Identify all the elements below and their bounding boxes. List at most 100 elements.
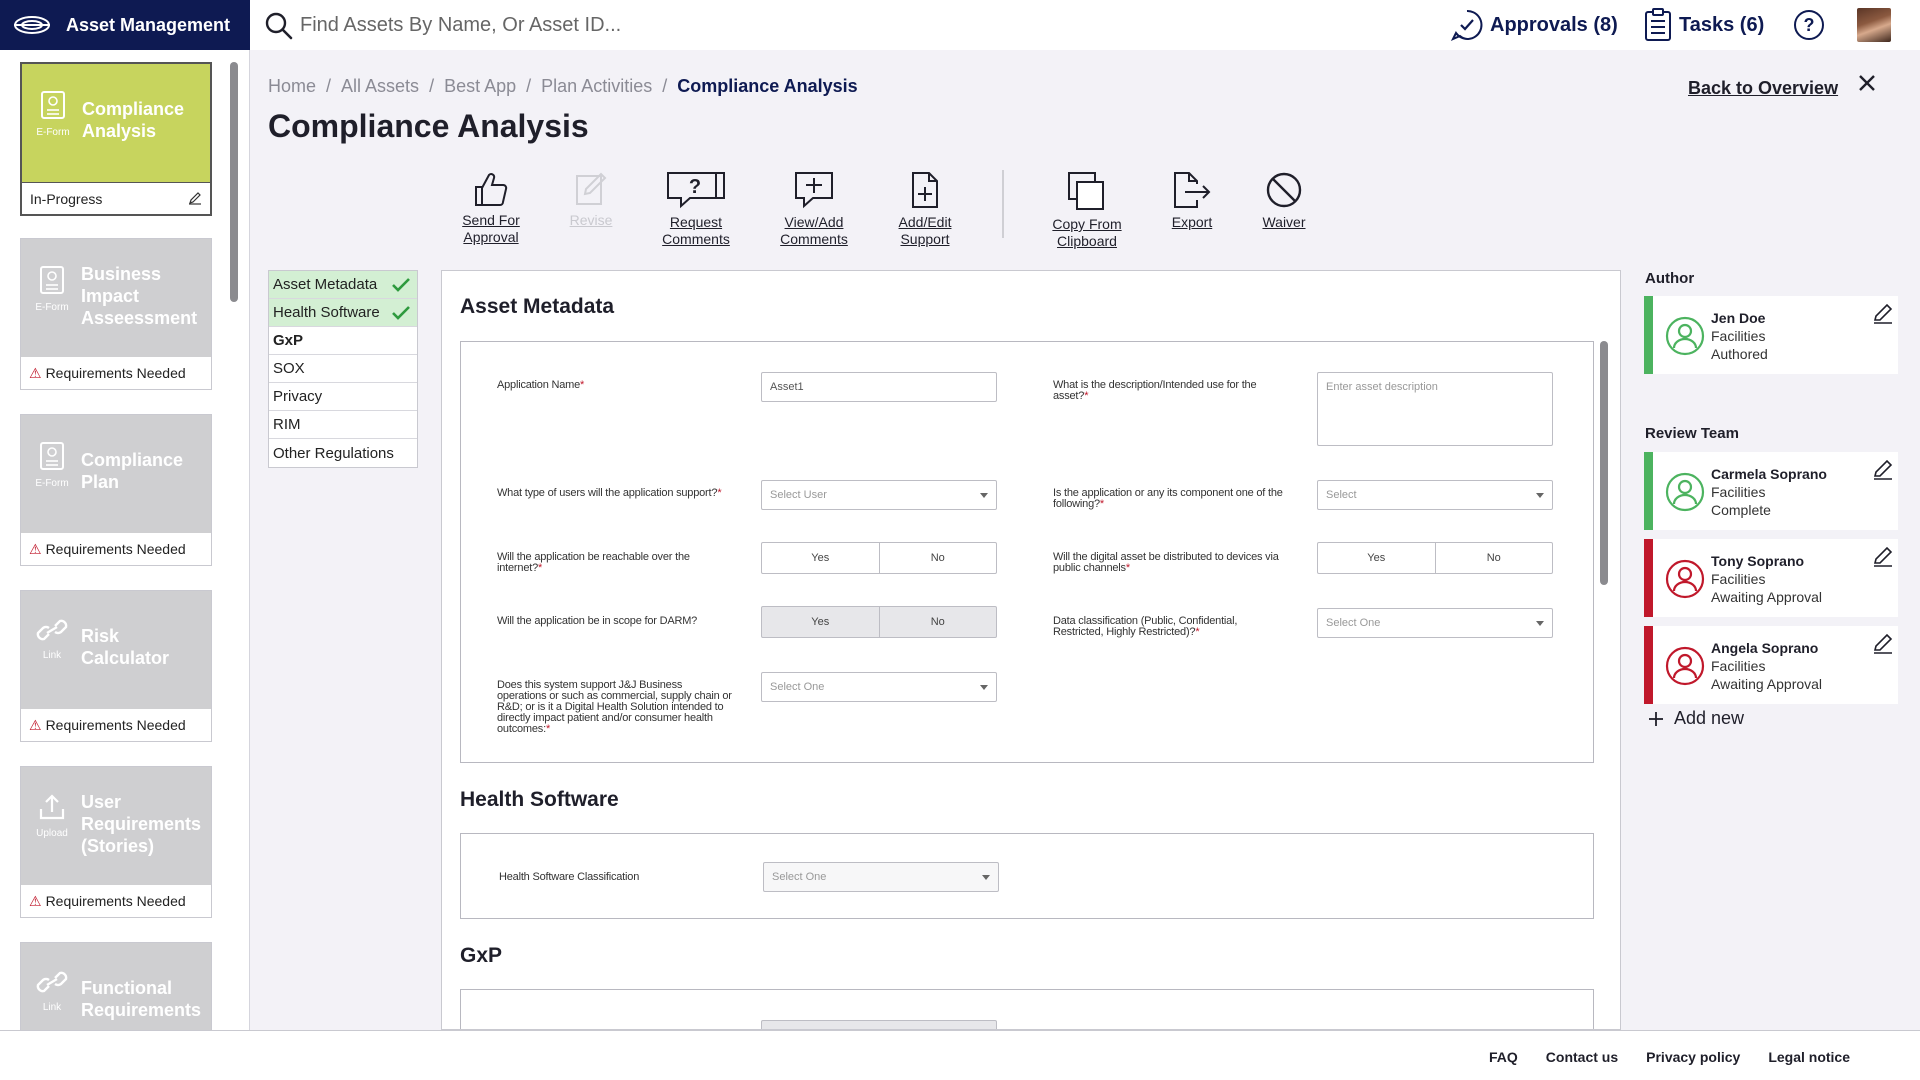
warning-icon: ⚠: [29, 892, 42, 909]
section-nav-rim[interactable]: RIM: [269, 411, 417, 439]
user-icon: [1665, 472, 1705, 512]
edit-icon[interactable]: [1872, 545, 1894, 567]
person-name: Carmela Soprano: [1711, 466, 1827, 482]
component-select[interactable]: Select: [1317, 480, 1553, 510]
activity-card-business-impact[interactable]: E-Form Business Impact Asseessment ⚠ Req…: [20, 238, 212, 390]
form-scrollbar[interactable]: [1600, 341, 1608, 585]
warning-icon: ⚠: [29, 540, 42, 557]
activity-status: Requirements Needed: [45, 893, 186, 909]
chevron-down-icon: [980, 493, 988, 498]
activity-card-user-requirements[interactable]: Upload User Requirements (Stories) ⚠ Req…: [20, 766, 212, 918]
activity-title: Risk Calculator: [81, 626, 170, 668]
description-textarea[interactable]: Enter asset description: [1317, 372, 1553, 446]
warning-icon: ⚠: [29, 716, 42, 733]
activity-status: Requirements Needed: [45, 365, 186, 381]
yes-option[interactable]: Yes: [762, 543, 879, 573]
section-nav: Asset Metadata Health Software GxP SOX P…: [268, 270, 418, 468]
breadcrumb-best-app[interactable]: Best App: [444, 76, 516, 97]
health-software-box: Health Software Classification Select On…: [460, 833, 1594, 919]
breadcrumb: Home / All Assets / Best App / Plan Acti…: [268, 76, 858, 97]
question-component: Is the application or any its component …: [1053, 487, 1283, 510]
approvals-button[interactable]: Approvals (8): [1450, 8, 1618, 42]
tasks-button[interactable]: Tasks (6): [1643, 8, 1764, 42]
author-card: Jen Doe Facilities Authored: [1644, 296, 1898, 374]
section-nav-other-regulations[interactable]: Other Regulations: [269, 439, 417, 467]
no-option[interactable]: No: [878, 543, 997, 573]
edit-icon[interactable]: [1872, 302, 1894, 324]
reviewer-card: Tony Soprano Facilities Awaiting Approva…: [1644, 539, 1898, 617]
request-comments-button[interactable]: ? Request Comments: [648, 170, 744, 248]
user-avatar[interactable]: [1857, 8, 1891, 42]
eform-icon: E-Form: [32, 90, 74, 138]
activity-card-functional-requirements[interactable]: Link Functional Requirements: [20, 942, 212, 1030]
business-ops-select[interactable]: Select One: [761, 672, 997, 702]
section-nav-privacy[interactable]: Privacy: [269, 383, 417, 411]
yes-option[interactable]: Yes: [762, 607, 879, 637]
footer-faq-link[interactable]: FAQ: [1489, 1049, 1518, 1065]
activity-card-risk-calculator[interactable]: Link Risk Calculator ⚠ Requirements Need…: [20, 590, 212, 742]
help-icon[interactable]: ?: [1793, 9, 1825, 41]
eform-icon: E-Form: [31, 441, 73, 489]
approvals-label: Approvals (8): [1490, 13, 1618, 36]
view-add-comments-button[interactable]: View/Add Comments: [766, 170, 862, 248]
breadcrumb-plan-activities[interactable]: Plan Activities: [541, 76, 652, 97]
search-icon[interactable]: [264, 11, 294, 41]
no-option[interactable]: No: [878, 607, 997, 637]
author-label: Author: [1645, 270, 1695, 287]
eform-icon: E-Form: [31, 265, 73, 313]
page-title: Compliance Analysis: [268, 108, 589, 144]
export-button[interactable]: Export: [1144, 170, 1240, 231]
question-darm: Will the application be in scope for DAR…: [497, 615, 698, 627]
activity-title: Compliance Analysis: [82, 99, 185, 141]
activity-card-compliance-plan[interactable]: E-Form Compliance Plan ⚠ Requirements Ne…: [20, 414, 212, 566]
rail-scrollbar[interactable]: [230, 62, 238, 302]
activity-card-compliance-analysis[interactable]: E-Form Compliance Analysis In-Progress: [20, 62, 212, 216]
data-classification-select[interactable]: Select One: [1317, 608, 1553, 638]
plus-icon: [1649, 711, 1663, 726]
copy-from-clipboard-button[interactable]: Copy From Clipboard: [1039, 170, 1135, 250]
person-name: Tony Soprano: [1711, 553, 1805, 569]
edit-icon[interactable]: [1872, 632, 1894, 654]
user-type-select[interactable]: Select User: [761, 480, 997, 510]
health-software-classification-select[interactable]: Select One: [763, 862, 999, 892]
add-new-reviewer-button[interactable]: Add new: [1648, 708, 1744, 729]
person-dept: Facilities: [1711, 484, 1766, 500]
revise-button[interactable]: Revise: [543, 170, 639, 229]
add-edit-support-button[interactable]: Add/Edit Support: [877, 170, 973, 248]
add-file-icon: [912, 172, 938, 208]
section-nav-sox[interactable]: SOX: [269, 355, 417, 383]
search-input[interactable]: [300, 8, 860, 42]
no-option[interactable]: No: [1434, 543, 1553, 573]
footer-privacy-link[interactable]: Privacy policy: [1646, 1049, 1740, 1065]
gxp-yes-no-toggle[interactable]: [761, 1020, 997, 1029]
footer-legal-link[interactable]: Legal notice: [1768, 1049, 1850, 1065]
top-header: Asset Management Approvals (8) Tasks (6)…: [0, 0, 1920, 50]
activity-title: Functional Requirements: [81, 978, 202, 1020]
send-for-approval-button[interactable]: Send For Approval: [443, 170, 539, 246]
prohibited-icon: [1266, 172, 1302, 208]
activity-title: Business Impact Asseessment: [81, 264, 198, 328]
public-channels-yes-no-toggle[interactable]: Yes No: [1317, 542, 1553, 574]
person-status: Awaiting Approval: [1711, 676, 1823, 692]
yes-option[interactable]: Yes: [1318, 543, 1435, 573]
activity-title: Compliance Plan: [81, 450, 184, 492]
darm-yes-no-toggle[interactable]: Yes No: [761, 606, 997, 638]
close-icon[interactable]: [1858, 74, 1876, 92]
footer-contact-link[interactable]: Contact us: [1546, 1049, 1618, 1065]
question-internet: Will the application be reachable over t…: [497, 551, 690, 574]
section-nav-asset-metadata[interactable]: Asset Metadata: [269, 271, 417, 299]
edit-icon[interactable]: [1872, 458, 1894, 480]
user-icon: [1665, 559, 1705, 599]
breadcrumb-home[interactable]: Home: [268, 76, 316, 97]
edit-icon[interactable]: [188, 191, 202, 205]
section-heading-asset-metadata: Asset Metadata: [460, 295, 615, 318]
brand[interactable]: Asset Management: [0, 0, 250, 50]
section-nav-gxp[interactable]: GxP: [269, 327, 417, 355]
application-name-input[interactable]: Asset1: [761, 372, 997, 402]
section-nav-health-software[interactable]: Health Software: [269, 299, 417, 327]
back-to-overview-link[interactable]: Back to Overview: [1688, 78, 1838, 99]
breadcrumb-all-assets[interactable]: All Assets: [341, 76, 419, 97]
chevron-down-icon: [1536, 621, 1544, 626]
waiver-button[interactable]: Waiver: [1236, 170, 1332, 231]
internet-yes-no-toggle[interactable]: Yes No: [761, 542, 997, 574]
